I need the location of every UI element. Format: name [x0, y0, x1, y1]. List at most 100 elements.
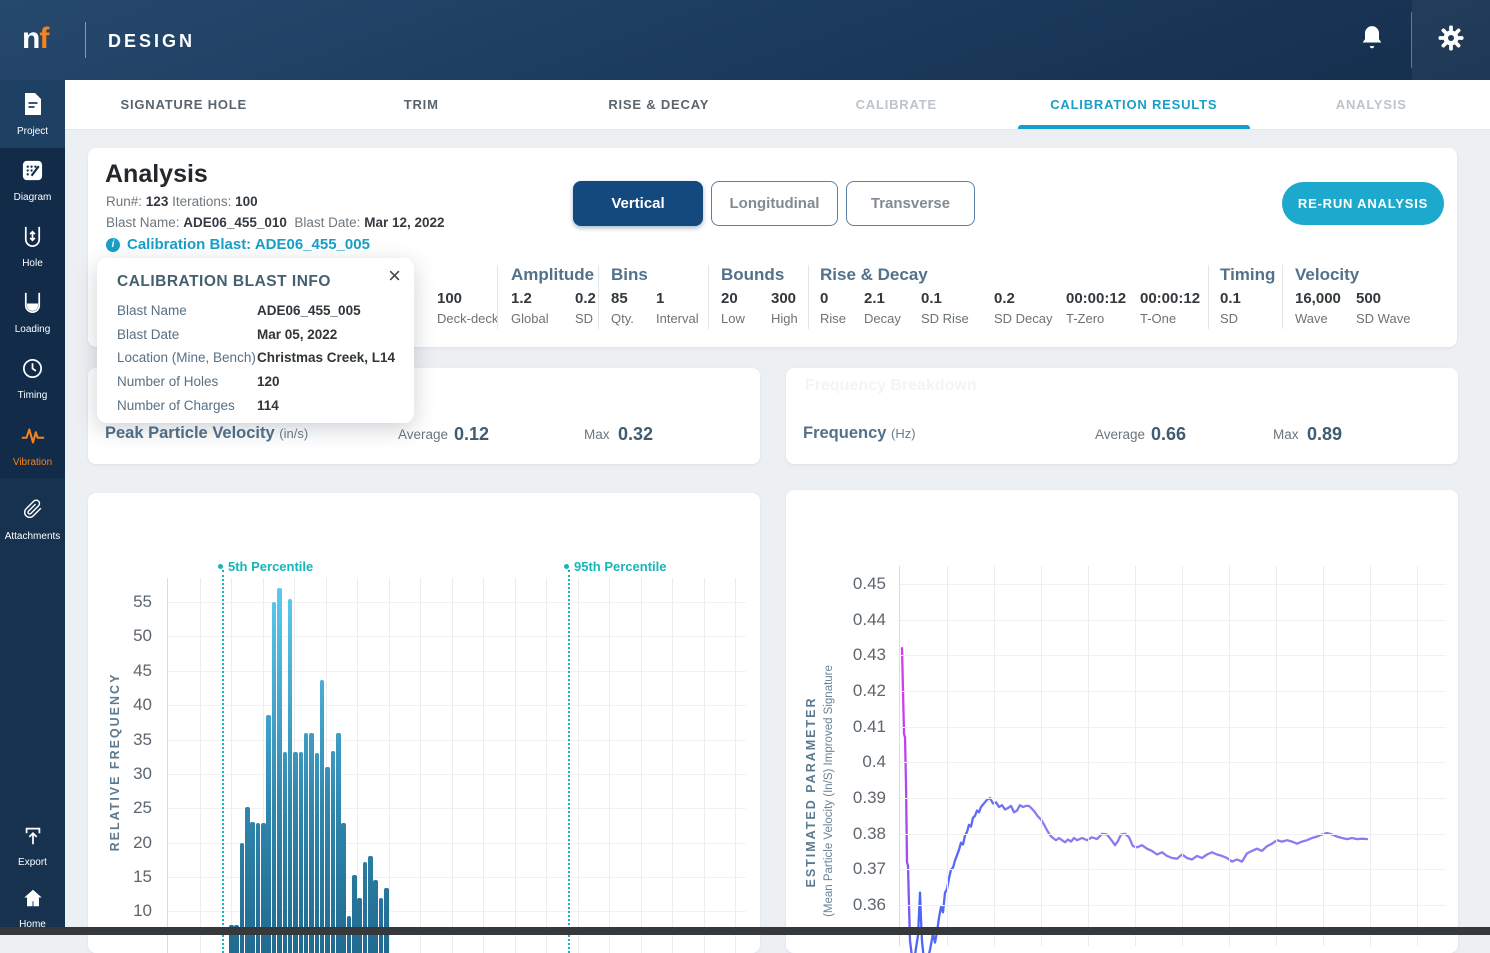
- max-value: 0.32: [618, 424, 653, 445]
- transverse-button[interactable]: Transverse: [846, 181, 975, 226]
- param-section-header: Timing: [1220, 265, 1275, 285]
- logo-f: f: [39, 22, 50, 55]
- histogram-bar: [283, 752, 288, 953]
- param-label: T-One: [1140, 311, 1176, 326]
- param-value: 300: [771, 290, 796, 307]
- tab-calibration-results[interactable]: CALIBRATION RESULTS: [1015, 80, 1253, 129]
- tab-trim[interactable]: TRIM: [303, 80, 541, 129]
- tab-bar: SIGNATURE HOLE TRIM RISE & DECAY CALIBRA…: [65, 80, 1490, 130]
- max-label: Max: [584, 427, 610, 442]
- bottom-strip: [0, 927, 1490, 935]
- gridline: [900, 869, 1446, 870]
- y-tick-label: 50: [88, 626, 152, 646]
- y-tick-label: 0.44: [794, 610, 886, 630]
- tab-signature-hole[interactable]: SIGNATURE HOLE: [65, 80, 303, 129]
- param-value: 85: [611, 290, 628, 307]
- gridline: [357, 578, 358, 953]
- param-section-header: Amplitude: [511, 265, 594, 285]
- histogram-bar: [352, 875, 357, 953]
- histogram-bar: [363, 862, 368, 953]
- param-section-header: Bins: [611, 265, 648, 285]
- estimated-parameter-chart-card: ESTIMATED PARAMETER (Mean Particle Veloc…: [786, 490, 1458, 953]
- notifications-button[interactable]: [1333, 0, 1411, 80]
- paperclip-icon: [23, 497, 43, 526]
- histogram-bar: [288, 599, 293, 953]
- param-value: 0.2: [575, 290, 596, 307]
- param-divider: [497, 265, 498, 329]
- tab-analysis[interactable]: ANALYSIS: [1253, 80, 1490, 129]
- gridline: [900, 798, 1446, 799]
- sidebar-item-export[interactable]: Export: [0, 816, 65, 876]
- tab-label: ANALYSIS: [1336, 97, 1407, 112]
- max-label: Max: [1273, 427, 1299, 442]
- sidebar-item-vibration[interactable]: Vibration: [0, 412, 65, 478]
- param-label: SD: [1220, 311, 1238, 326]
- param-label: Rise: [820, 311, 846, 326]
- gridline: [735, 578, 736, 953]
- bell-icon: [1359, 24, 1385, 57]
- tab-label: TRIM: [404, 97, 439, 112]
- stat-unit: (in/s): [279, 426, 308, 441]
- page-title: Analysis: [105, 160, 208, 189]
- button-label: Longitudinal: [730, 195, 820, 212]
- sidebar-item-project[interactable]: Project: [0, 80, 65, 148]
- gridline: [900, 762, 1446, 763]
- histogram-bar: [320, 680, 325, 953]
- home-icon: [22, 887, 44, 914]
- sidebar-item-loading[interactable]: Loading: [0, 280, 65, 346]
- y-tick-label: 0.4: [794, 752, 886, 772]
- tab-calibrate[interactable]: CALIBRATE: [778, 80, 1016, 129]
- export-icon: [22, 825, 44, 852]
- gear-icon: [1436, 23, 1466, 58]
- histogram-bar: [315, 753, 320, 953]
- gridline: [704, 578, 705, 953]
- diagram-icon: [21, 159, 44, 187]
- param-value: 0: [820, 290, 828, 307]
- y-tick-label: 45: [88, 661, 152, 681]
- y-tick-label: 40: [88, 695, 152, 715]
- gridline: [1041, 566, 1042, 946]
- param-divider: [708, 265, 709, 329]
- sidebar-item-diagram[interactable]: Diagram: [0, 148, 65, 214]
- gridline: [900, 620, 1446, 621]
- sidebar-item-attachments[interactable]: Attachments: [0, 478, 65, 560]
- param-label: SD Rise: [921, 311, 969, 326]
- gridline: [483, 578, 484, 953]
- popup-row-label: Blast Name: [117, 303, 187, 318]
- gridline: [168, 636, 746, 637]
- sidebar-item-timing[interactable]: Timing: [0, 346, 65, 412]
- popup-row-value: 114: [257, 398, 279, 413]
- close-icon[interactable]: ×: [388, 265, 401, 287]
- sidebar-item-label: Loading: [15, 324, 51, 335]
- histogram-bar: [266, 715, 271, 953]
- gridline: [515, 578, 516, 953]
- gridline: [168, 602, 746, 603]
- settings-button[interactable]: [1412, 0, 1490, 80]
- gridline: [546, 578, 547, 953]
- histogram-bar: [357, 898, 362, 953]
- y-tick-label: 0.39: [794, 788, 886, 808]
- tab-rise-decay[interactable]: RISE & DECAY: [540, 80, 778, 129]
- popup-row-value: ADE06_455_005: [257, 303, 361, 318]
- percentile-95-line: [568, 570, 570, 953]
- sidebar-item-hole[interactable]: Hole: [0, 214, 65, 280]
- gridline: [900, 834, 1446, 835]
- y-tick-label: 15: [88, 867, 152, 887]
- param-label: Low: [721, 311, 745, 326]
- sidebar-item-label: Project: [17, 126, 48, 137]
- param-value: 500: [1356, 290, 1381, 307]
- param-divider: [598, 265, 599, 329]
- vertical-button[interactable]: Vertical: [573, 181, 703, 226]
- longitudinal-button[interactable]: Longitudinal: [711, 181, 838, 226]
- calibration-blast-link[interactable]: i Calibration Blast: ADE06_455_005: [106, 236, 370, 253]
- percentile-dot: [564, 564, 569, 569]
- top-bar: nf DESIGN: [0, 0, 1490, 80]
- gridline: [1370, 566, 1371, 946]
- gridline: [389, 578, 390, 953]
- gridline: [1323, 566, 1324, 946]
- rerun-analysis-button[interactable]: RE-RUN ANALYSIS: [1282, 182, 1444, 225]
- param-label: Wave: [1295, 311, 1328, 326]
- line-chart-plot: [899, 566, 1445, 946]
- document-icon: [22, 92, 44, 121]
- param-value: 1.2: [511, 290, 532, 307]
